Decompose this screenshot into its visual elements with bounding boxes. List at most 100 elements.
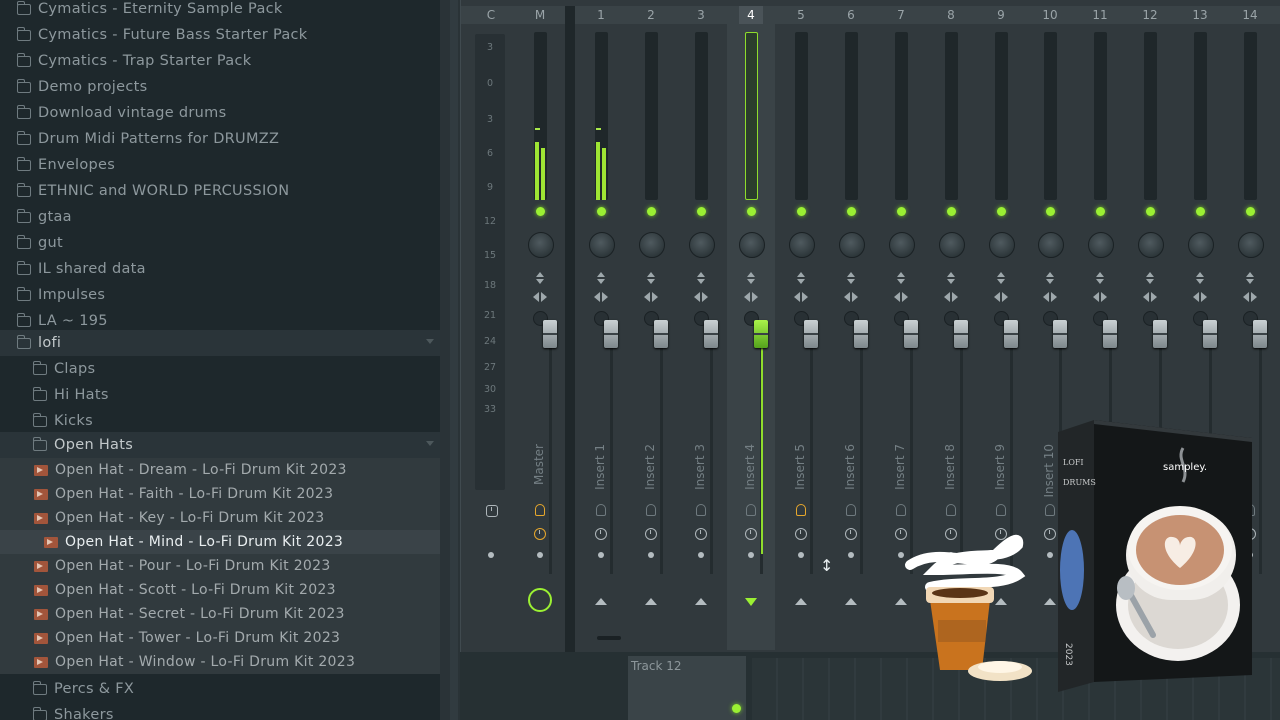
mixer-header-cell[interactable]: 7 xyxy=(889,6,913,24)
latency-clock-icon[interactable] xyxy=(595,528,607,540)
mixer-scrollbar[interactable] xyxy=(597,636,621,640)
collapse-caret-icon[interactable] xyxy=(426,441,434,446)
volume-fader[interactable] xyxy=(954,320,968,348)
mixer-strip[interactable]: Master xyxy=(516,24,564,650)
strip-name[interactable]: Insert 3 xyxy=(693,444,707,490)
volume-fader[interactable] xyxy=(704,320,718,348)
stereo-separation-icon[interactable] xyxy=(844,292,858,302)
mixer-header-cell[interactable]: 6 xyxy=(839,6,863,24)
latency-clock-icon[interactable] xyxy=(845,528,857,540)
folder-item[interactable]: ETHNIC and WORLD PERCUSSION xyxy=(0,178,440,204)
swap-arrows-icon[interactable] xyxy=(696,272,706,284)
latency-clock-icon[interactable] xyxy=(795,528,807,540)
folder-item[interactable]: Kicks xyxy=(0,408,440,434)
folder-item[interactable]: Impulses xyxy=(0,282,440,308)
file-item[interactable]: Open Hat - Window - Lo-Fi Drum Kit 2023 xyxy=(0,650,440,674)
route-dot[interactable] xyxy=(537,552,543,558)
folder-item[interactable]: Download vintage drums xyxy=(0,100,440,126)
file-item[interactable]: Open Hat - Scott - Lo-Fi Drum Kit 2023 xyxy=(0,578,440,602)
pan-knob[interactable] xyxy=(839,232,865,258)
folder-item[interactable]: Cymatics - Trap Starter Pack xyxy=(0,48,440,74)
volume-fader[interactable] xyxy=(1103,320,1117,348)
volume-fader[interactable] xyxy=(1153,320,1167,348)
pan-knob[interactable] xyxy=(789,232,815,258)
volume-fader[interactable] xyxy=(1053,320,1067,348)
pan-knob[interactable] xyxy=(639,232,665,258)
volume-fader[interactable] xyxy=(1203,320,1217,348)
swap-arrows-icon[interactable] xyxy=(535,272,545,284)
mixer-strip[interactable]: Insert 3 xyxy=(677,24,725,650)
send-arrow-icon[interactable] xyxy=(695,598,707,605)
mute-led[interactable] xyxy=(847,207,856,216)
strip-name[interactable]: Insert 1 xyxy=(593,444,607,490)
pan-knob[interactable] xyxy=(589,232,615,258)
send-arrow-icon[interactable] xyxy=(595,598,607,605)
swap-arrows-icon[interactable] xyxy=(646,272,656,284)
strip-name[interactable]: Insert 5 xyxy=(793,444,807,490)
strip-name[interactable]: Insert 6 xyxy=(843,444,857,490)
folder-item[interactable]: lofi xyxy=(0,330,440,356)
mute-led[interactable] xyxy=(897,207,906,216)
stereo-separation-icon[interactable] xyxy=(1093,292,1107,302)
swap-arrows-icon[interactable] xyxy=(746,272,756,284)
volume-fader[interactable] xyxy=(854,320,868,348)
swap-arrows-icon[interactable] xyxy=(796,272,806,284)
pan-knob[interactable] xyxy=(1188,232,1214,258)
pan-knob[interactable] xyxy=(1038,232,1064,258)
stereo-separation-icon[interactable] xyxy=(644,292,658,302)
stereo-separation-icon[interactable] xyxy=(944,292,958,302)
folder-item[interactable]: Drum Midi Patterns for DRUMZZ xyxy=(0,126,440,152)
route-dot[interactable] xyxy=(1047,552,1053,558)
volume-fader[interactable] xyxy=(904,320,918,348)
mixer-header-cell[interactable]: 8 xyxy=(939,6,963,24)
stereo-separation-icon[interactable] xyxy=(994,292,1008,302)
swap-arrows-icon[interactable] xyxy=(1045,272,1055,284)
file-item[interactable]: Open Hat - Secret - Lo-Fi Drum Kit 2023 xyxy=(0,602,440,626)
latency-clock-icon[interactable] xyxy=(695,528,707,540)
send-arrow-icon[interactable] xyxy=(645,598,657,605)
route-dot[interactable] xyxy=(698,552,704,558)
stereo-separation-icon[interactable] xyxy=(1043,292,1057,302)
pan-knob[interactable] xyxy=(1138,232,1164,258)
route-dot[interactable] xyxy=(798,552,804,558)
mixer-header-cell[interactable]: 12 xyxy=(1138,6,1162,24)
folder-item[interactable]: Cymatics - Eternity Sample Pack xyxy=(0,0,440,22)
mixer-header-cell[interactable]: 13 xyxy=(1188,6,1212,24)
strip-name[interactable]: Master xyxy=(532,444,546,485)
folder-item[interactable]: Open Hats xyxy=(0,432,440,458)
pan-knob[interactable] xyxy=(689,232,715,258)
send-arrow-icon[interactable] xyxy=(745,598,757,606)
pan-knob[interactable] xyxy=(1088,232,1114,258)
route-dot[interactable] xyxy=(748,552,754,558)
swap-arrows-icon[interactable] xyxy=(946,272,956,284)
master-send-knob[interactable] xyxy=(528,588,552,612)
swap-arrows-icon[interactable] xyxy=(596,272,606,284)
file-item[interactable]: Open Hat - Dream - Lo-Fi Drum Kit 2023 xyxy=(0,458,440,482)
latency-clock-icon[interactable] xyxy=(645,528,657,540)
route-dot[interactable] xyxy=(488,552,494,558)
mute-led[interactable] xyxy=(747,207,756,216)
pan-knob[interactable] xyxy=(739,232,765,258)
folder-item[interactable]: gtaa xyxy=(0,204,440,230)
folder-item[interactable]: Percs & FX xyxy=(0,676,440,702)
swap-arrows-icon[interactable] xyxy=(1245,272,1255,284)
volume-fader[interactable] xyxy=(754,320,768,348)
folder-item[interactable]: Shakers xyxy=(0,702,440,720)
mute-led[interactable] xyxy=(647,207,656,216)
strip-name[interactable]: Insert 7 xyxy=(893,444,907,490)
fx-slot-icon[interactable] xyxy=(696,504,706,516)
volume-fader[interactable] xyxy=(1253,320,1267,348)
fx-slot-icon[interactable] xyxy=(896,504,906,516)
mute-led[interactable] xyxy=(597,207,606,216)
mixer-strip[interactable]: Insert 2 xyxy=(627,24,675,650)
file-item[interactable]: Open Hat - Tower - Lo-Fi Drum Kit 2023 xyxy=(0,626,440,650)
stereo-separation-icon[interactable] xyxy=(1143,292,1157,302)
pan-knob[interactable] xyxy=(1238,232,1264,258)
stereo-separation-icon[interactable] xyxy=(1243,292,1257,302)
mixer-header-cell[interactable]: 2 xyxy=(639,6,663,24)
route-dot[interactable] xyxy=(848,552,854,558)
folder-item[interactable]: gut xyxy=(0,230,440,256)
fx-slot-icon[interactable] xyxy=(846,504,856,516)
send-arrow-icon[interactable] xyxy=(1044,598,1056,605)
track-12-header[interactable]: Track 12 xyxy=(628,656,746,720)
